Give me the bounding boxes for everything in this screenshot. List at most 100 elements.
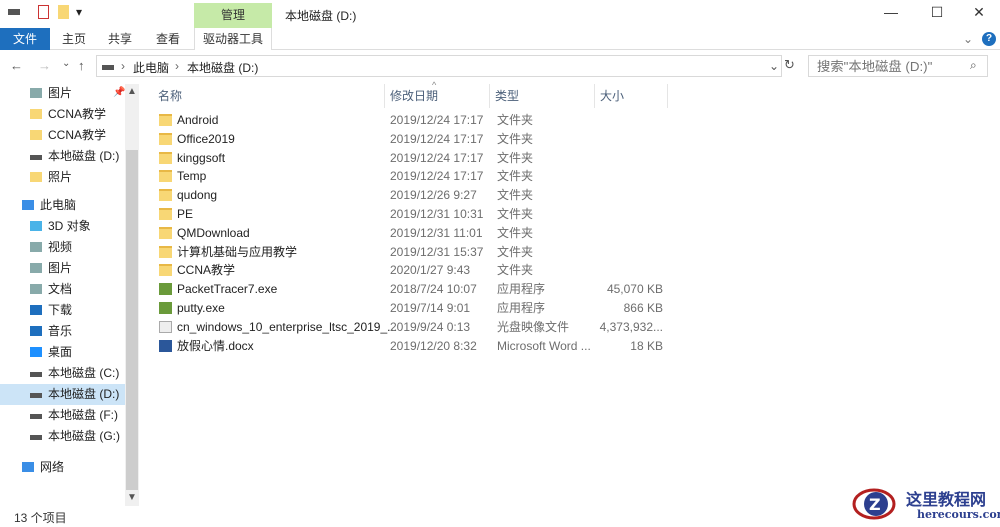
sidebar-item[interactable]: 文档 bbox=[0, 279, 125, 300]
search-icon: ⌕ bbox=[970, 58, 977, 72]
sidebar-item[interactable]: 本地磁盘 (F:) bbox=[0, 405, 125, 426]
drive-icon bbox=[30, 393, 42, 398]
file-row[interactable]: Temp 2019/12/24 17:17 文件夹 bbox=[153, 167, 673, 186]
file-name: qudong bbox=[177, 188, 218, 203]
sidebar-item[interactable]: 音乐 bbox=[0, 321, 125, 342]
breadcrumb-drive-d[interactable]: 本地磁盘 (D:) bbox=[187, 59, 258, 76]
sidebar-item[interactable]: 此电脑 bbox=[0, 195, 125, 216]
sort-ascending-icon: ^ bbox=[432, 80, 437, 90]
address-dropdown-button[interactable]: ⌄ bbox=[769, 59, 779, 73]
download-icon bbox=[30, 305, 42, 315]
sidebar-item-label: 本地磁盘 (F:) bbox=[48, 408, 118, 422]
file-size: 4,373,932... bbox=[599, 319, 663, 334]
sidebar-item[interactable]: 本地磁盘 (D:) bbox=[0, 384, 125, 405]
sidebar-item[interactable]: 下载 bbox=[0, 300, 125, 321]
customize-quick-access-icon[interactable]: ▾ bbox=[76, 5, 82, 19]
properties-icon[interactable] bbox=[38, 5, 49, 19]
sidebar-item[interactable]: 本地磁盘 (C:) bbox=[0, 363, 125, 384]
file-type: 文件夹 bbox=[497, 244, 534, 259]
search-input[interactable] bbox=[808, 55, 988, 77]
column-header-type[interactable]: 类型 bbox=[490, 84, 595, 108]
address-bar[interactable]: › 此电脑 › 本地磁盘 (D:) ⌄ bbox=[96, 55, 782, 77]
sidebar-item[interactable]: CCNA教学 bbox=[0, 125, 125, 146]
sidebar-item[interactable]: 视频 bbox=[0, 237, 125, 258]
sidebar-item[interactable]: 3D 对象 bbox=[0, 216, 125, 237]
file-type: 文件夹 bbox=[497, 131, 534, 146]
sidebar-item-label: 下载 bbox=[48, 303, 73, 317]
tab-share[interactable]: 共享 bbox=[100, 28, 140, 50]
sidebar-item-label: 图片 bbox=[48, 261, 73, 275]
minimize-button[interactable]: — bbox=[876, 4, 906, 20]
sidebar-item[interactable]: 图片 bbox=[0, 258, 125, 279]
file-row[interactable]: QMDownload 2019/12/31 11:01 文件夹 bbox=[153, 224, 673, 243]
column-header-size[interactable]: 大小 bbox=[595, 84, 668, 108]
folder-icon bbox=[159, 226, 172, 239]
sidebar-item[interactable]: 图片 bbox=[0, 83, 125, 104]
new-folder-icon[interactable] bbox=[58, 5, 69, 19]
file-type: 应用程序 bbox=[497, 301, 546, 315]
column-header-date[interactable]: 修改日期 bbox=[385, 84, 490, 108]
desktop-icon bbox=[30, 347, 42, 357]
sidebar-item[interactable]: 照片 bbox=[0, 167, 125, 188]
file-type: 文件夹 bbox=[497, 263, 534, 278]
sidebar-item[interactable]: 本地磁盘 (G:) bbox=[0, 426, 125, 447]
file-row[interactable]: kinggsoft 2019/12/24 17:17 文件夹 bbox=[153, 149, 673, 168]
sidebar-item-label: 此电脑 bbox=[40, 198, 77, 212]
up-button[interactable]: ↑ bbox=[78, 58, 85, 73]
folder-icon bbox=[30, 109, 42, 119]
file-name: Office2019 bbox=[177, 131, 235, 146]
sidebar-scrollbar-thumb[interactable] bbox=[126, 150, 138, 490]
tab-file[interactable]: 文件 bbox=[0, 28, 50, 50]
sidebar-item[interactable]: CCNA教学 bbox=[0, 104, 125, 125]
3d-objects-icon bbox=[30, 221, 42, 231]
file-name: QMDownload bbox=[177, 225, 250, 240]
sidebar-item[interactable]: 本地磁盘 (D:) bbox=[0, 146, 125, 167]
file-row[interactable]: cn_windows_10_enterprise_ltsc_2019_... 2… bbox=[153, 318, 673, 337]
tab-view[interactable]: 查看 bbox=[148, 28, 188, 50]
sidebar-item-label: 桌面 bbox=[48, 345, 73, 359]
file-name: 放假心情.docx bbox=[177, 338, 254, 353]
file-type: 文件夹 bbox=[497, 169, 534, 184]
file-size: 866 KB bbox=[623, 301, 663, 315]
window-title: 本地磁盘 (D:) bbox=[285, 9, 357, 23]
file-row[interactable]: Android 2019/12/24 17:17 文件夹 bbox=[153, 111, 673, 130]
file-row[interactable]: PacketTracer7.exe 2018/7/24 10:07 应用程序 4… bbox=[153, 280, 673, 299]
scroll-down-arrow[interactable]: ▼ bbox=[127, 492, 137, 503]
manage-context-tab[interactable]: 管理 bbox=[194, 3, 272, 28]
folder-icon bbox=[159, 114, 172, 126]
breadcrumb-this-pc[interactable]: 此电脑 bbox=[133, 59, 169, 76]
sidebar-item[interactable]: 桌面 bbox=[0, 342, 125, 363]
drive-icon bbox=[102, 65, 114, 70]
tab-home[interactable]: 主页 bbox=[54, 28, 94, 50]
recent-locations-button[interactable]: ⌄ bbox=[62, 58, 70, 69]
maximize-button[interactable]: ☐ bbox=[922, 4, 952, 21]
forward-button[interactable]: → bbox=[38, 58, 51, 73]
file-row[interactable]: 计算机基础与应用教学 2019/12/31 15:37 文件夹 bbox=[153, 243, 673, 262]
file-type: 文件夹 bbox=[497, 207, 534, 221]
file-row[interactable]: putty.exe 2019/7/14 9:01 应用程序 866 KB bbox=[153, 299, 673, 318]
sidebar-item-label: CCNA教学 bbox=[48, 107, 107, 121]
column-header-name[interactable]: 名称 bbox=[153, 84, 385, 108]
exe-icon bbox=[159, 283, 172, 296]
file-date: 2019/7/14 9:01 bbox=[390, 301, 471, 315]
file-row[interactable]: CCNA教学 2020/1/27 9:43 文件夹 bbox=[153, 261, 673, 280]
file-row[interactable]: 放假心情.docx 2019/12/20 8:32 Microsoft Word… bbox=[153, 337, 673, 356]
file-row[interactable]: Office2019 2019/12/24 17:17 文件夹 bbox=[153, 130, 673, 149]
file-type: 文件夹 bbox=[497, 188, 534, 203]
back-button[interactable]: ← bbox=[10, 58, 23, 73]
watermark-url: herecours.com bbox=[917, 508, 1000, 521]
help-button[interactable]: ? bbox=[982, 32, 996, 46]
pc-icon bbox=[22, 200, 34, 210]
refresh-button[interactable]: ↻ bbox=[784, 57, 795, 73]
tab-drive-tools[interactable]: 驱动器工具 bbox=[194, 28, 272, 50]
watermark-title: 这里教程网 bbox=[906, 490, 987, 509]
drive-icon bbox=[30, 155, 42, 160]
music-icon bbox=[30, 326, 42, 336]
file-row[interactable]: PE 2019/12/31 10:31 文件夹 bbox=[153, 205, 673, 224]
scroll-up-arrow[interactable]: ▲ bbox=[127, 86, 137, 97]
collapse-ribbon-button[interactable]: ⌄ bbox=[960, 28, 976, 50]
sidebar-item[interactable]: 网络 bbox=[0, 457, 125, 478]
file-date: 2019/12/31 11:01 bbox=[390, 225, 483, 240]
file-row[interactable]: qudong 2019/12/26 9:27 文件夹 bbox=[153, 186, 673, 205]
close-button[interactable]: ✕ bbox=[964, 4, 994, 21]
